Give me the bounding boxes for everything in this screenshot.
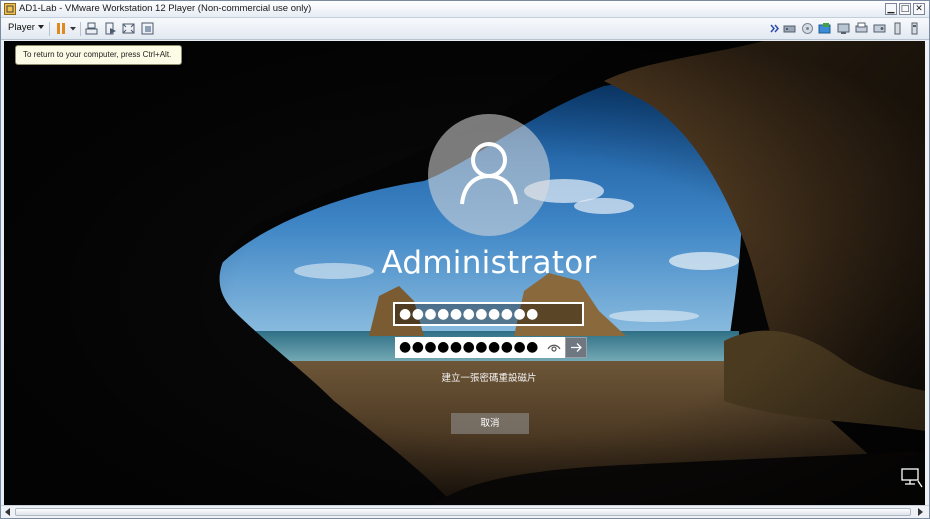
pause-icon[interactable]	[55, 22, 68, 35]
cancel-button[interactable]: 取消	[451, 413, 529, 434]
usb-device-icon[interactable]	[908, 22, 921, 35]
cd-dvd-icon[interactable]	[801, 22, 814, 35]
player-menu-button[interactable]: Player	[8, 22, 44, 33]
user-avatar	[428, 114, 550, 236]
maximize-button[interactable]: □	[899, 3, 911, 15]
sound-icon[interactable]	[873, 22, 886, 35]
window-title: AD1-Lab - VMware Workstation 12 Player (…	[19, 3, 312, 14]
toolbar-divider	[49, 22, 50, 36]
horizontal-scrollbar[interactable]	[1, 505, 929, 518]
close-button[interactable]: ✕	[913, 3, 925, 15]
removable-devices-icon[interactable]	[104, 22, 117, 35]
scroll-left-icon[interactable]	[5, 508, 10, 516]
pause-dropdown-chevron-icon[interactable]	[69, 22, 77, 35]
eye-reveal-icon[interactable]	[546, 340, 562, 355]
toolbar: Player	[1, 18, 929, 40]
right-border	[925, 41, 929, 505]
create-password-reset-disk-link[interactable]: 建立一張密碼重設磁片	[404, 370, 574, 384]
scrollbar-thumb[interactable]	[15, 508, 911, 516]
scroll-right-icon[interactable]	[918, 508, 923, 516]
printer-icon[interactable]	[855, 22, 868, 35]
vmware-app-icon	[4, 3, 16, 15]
unity-icon[interactable]	[141, 22, 154, 35]
chevron-down-icon	[37, 25, 44, 30]
user-icon	[460, 142, 518, 205]
minimize-button[interactable]: ▁	[885, 3, 897, 15]
old-password-field[interactable]: ●●●●●●●●●●●	[393, 302, 584, 326]
username-label: Administrator	[381, 245, 597, 281]
vm-display[interactable]: Administrator ●●●●●●●●●●● ●●●●●●●●●●● 建立…	[4, 41, 925, 505]
fullscreen-icon[interactable]	[122, 22, 135, 35]
more-chevron-icon[interactable]	[770, 22, 780, 35]
send-ctrl-alt-del-icon[interactable]	[85, 22, 98, 35]
title-bar[interactable]: AD1-Lab - VMware Workstation 12 Player (…	[1, 1, 929, 18]
display-icon[interactable]	[837, 22, 850, 35]
toolbar-divider	[80, 22, 81, 36]
new-password-field[interactable]: ●●●●●●●●●●●	[395, 337, 565, 358]
usb-icon[interactable]	[891, 22, 904, 35]
shared-folders-icon[interactable]	[818, 22, 831, 35]
network-adapter-icon[interactable]	[783, 22, 796, 35]
arrow-right-icon	[571, 343, 582, 352]
vmware-player-window: AD1-Lab - VMware Workstation 12 Player (…	[0, 0, 930, 519]
release-input-tooltip: To return to your computer, press Ctrl+A…	[15, 45, 182, 65]
network-status-icon[interactable]	[901, 468, 923, 488]
player-menu-label: Player	[8, 22, 35, 33]
submit-arrow-button[interactable]	[565, 337, 587, 358]
